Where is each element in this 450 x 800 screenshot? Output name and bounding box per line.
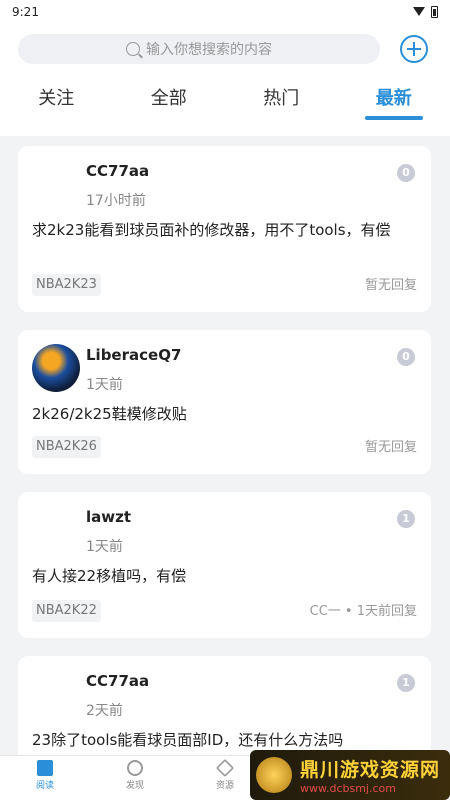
post-author[interactable]: LiberaceQ7 <box>86 346 181 364</box>
avatar[interactable] <box>32 506 80 554</box>
comment-count-badge: 0 <box>397 348 415 366</box>
post-tag[interactable]: NBA2K26 <box>32 436 101 458</box>
discover-icon <box>127 760 143 776</box>
nav-label: 资源 <box>215 781 234 791</box>
post-content[interactable]: 23除了tools能看球员面部ID，还有什么方法吗 <box>32 730 413 750</box>
reply-status: 暂无回复 <box>364 278 417 293</box>
avatar[interactable] <box>32 670 80 718</box>
tab-hot[interactable]: 热门 <box>225 84 338 124</box>
post-author[interactable]: CC77aa <box>86 162 149 180</box>
avatar[interactable] <box>32 344 80 392</box>
post-time: 2天前 <box>86 703 123 719</box>
watermark-banner: 鼎川游戏资源网 www.dcbsmj.com <box>250 750 450 800</box>
post-tag[interactable]: NBA2K22 <box>32 600 101 622</box>
status-time: 9:21 <box>12 5 39 19</box>
nav-discover[interactable]: 发现 <box>90 756 180 800</box>
post-card[interactable]: lawzt 1天前 1 有人接22移植吗，有偿 NBA2K22 CC一 • 1天… <box>18 492 431 638</box>
battery-icon <box>431 6 438 18</box>
header: 输入你想搜索的内容 关注 全部 热门 最新 <box>0 24 450 136</box>
nav-read[interactable]: 阅读 <box>0 756 90 800</box>
tab-latest[interactable]: 最新 <box>338 84 450 124</box>
post-author[interactable]: lawzt <box>86 508 131 526</box>
comment-count-badge: 1 <box>397 674 415 692</box>
status-bar: 9:21 <box>0 0 450 24</box>
search-placeholder: 输入你想搜索的内容 <box>146 42 272 58</box>
resource-icon <box>215 758 235 778</box>
post-author[interactable]: CC77aa <box>86 672 149 690</box>
tab-all[interactable]: 全部 <box>113 84 226 124</box>
reply-status: CC一 • 1天前回复 <box>309 604 417 619</box>
comment-count-badge: 1 <box>397 510 415 528</box>
post-card[interactable]: LiberaceQ7 1天前 0 2k26/2k25鞋模修改贴 NBA2K26 … <box>18 330 431 474</box>
reply-status: 暂无回复 <box>364 440 417 455</box>
post-content[interactable]: 求2k23能看到球员面补的修改器，用不了tools，有偿 <box>32 220 413 240</box>
post-content[interactable]: 2k26/2k25鞋模修改贴 <box>32 404 413 424</box>
watermark-title: 鼎川游戏资源网 <box>300 759 441 781</box>
post-content[interactable]: 有人接22移植吗，有偿 <box>32 566 413 586</box>
wifi-icon <box>413 7 425 17</box>
search-icon <box>126 42 140 56</box>
tab-follow[interactable]: 关注 <box>0 84 113 124</box>
avatar[interactable] <box>32 160 80 208</box>
post-tag[interactable]: NBA2K23 <box>32 274 101 296</box>
watermark-url: www.dcbsmj.com <box>300 782 396 795</box>
watermark-text: 鼎川游戏资源网 www.dcbsmj.com <box>300 755 440 795</box>
add-post-button[interactable] <box>400 35 428 63</box>
post-card[interactable]: CC77aa 17小时前 0 求2k23能看到球员面补的修改器，用不了tools… <box>18 146 431 312</box>
search-bar[interactable]: 输入你想搜索的内容 <box>18 34 380 64</box>
comment-count-badge: 0 <box>397 164 415 182</box>
status-icons <box>413 6 438 18</box>
tab-bar: 关注 全部 热门 最新 <box>0 84 450 124</box>
read-icon <box>37 760 53 776</box>
post-time: 1天前 <box>86 539 123 555</box>
post-time: 17小时前 <box>86 193 146 209</box>
nav-label: 阅读 <box>35 781 54 791</box>
post-time: 1天前 <box>86 377 123 393</box>
watermark-logo-icon <box>256 757 292 793</box>
nav-label: 发现 <box>125 781 144 791</box>
